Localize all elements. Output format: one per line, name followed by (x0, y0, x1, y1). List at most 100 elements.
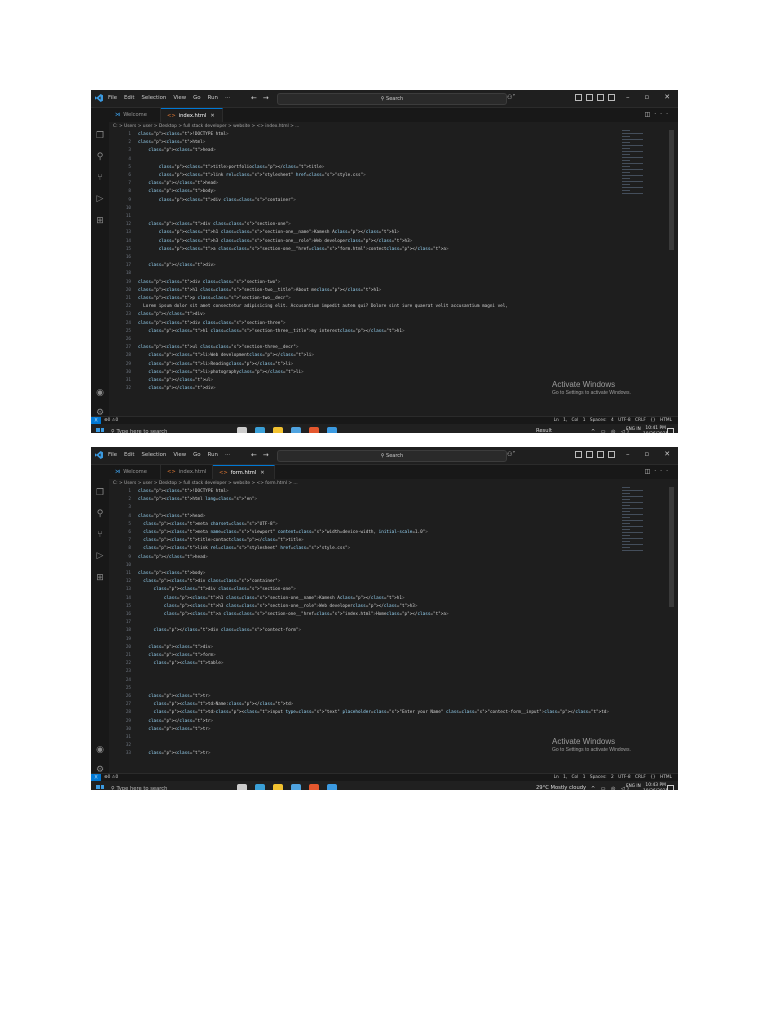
code-line[interactable]: class="p"><class="t">p class=class="s">"… (138, 296, 291, 301)
extensions-icon[interactable]: ⊞ (95, 216, 105, 226)
menu-item[interactable]: Go (193, 95, 200, 101)
editor-tab[interactable]: ⋊ Welcome (109, 108, 161, 122)
minimap[interactable] (622, 130, 666, 210)
code-editor[interactable]: 1 class="p"><class="t">!DOCTYPE html> 2 cla… (109, 487, 629, 757)
language-indicator[interactable]: ENG IN (626, 783, 641, 788)
code-line[interactable]: class="p"><class="t">h3 class=class="s">… (138, 239, 413, 244)
nav-arrows-icon[interactable]: ←→ (251, 451, 275, 459)
code-line[interactable]: class="p"><class="t">li>Web developmentc… (138, 353, 314, 358)
menu-item[interactable]: Go (193, 452, 200, 458)
account-icon[interactable]: ◉ (95, 388, 105, 398)
code-line[interactable]: class="p"><class="t">div class=class="s"… (138, 587, 296, 592)
command-search[interactable]: ⚲ Search (277, 93, 507, 105)
code-line[interactable]: class="p"><class="t">div class=class="s"… (138, 280, 280, 285)
system-tray-icons[interactable]: ^ ▭ ◎ ◁) (591, 429, 631, 433)
clock[interactable]: 10:43 PM10/26/2025 (643, 783, 668, 790)
file-explorer-icon[interactable] (273, 427, 283, 433)
menu-item[interactable]: ··· (225, 452, 230, 458)
code-line[interactable]: class="p"><class="t">tr> (138, 694, 210, 699)
windows-start-icon[interactable] (96, 785, 104, 790)
code-line[interactable]: class="p"></class="t">div> (138, 386, 215, 391)
remote-icon[interactable]: ⟩⟨ (91, 774, 101, 781)
code-line[interactable]: class="p"><class="t">ul class=class="s">… (138, 345, 298, 350)
secondary-sidebar-icon[interactable] (608, 94, 615, 101)
code-line[interactable]: class="p"><class="t">td>class="p"><class… (138, 710, 609, 715)
source-control-icon[interactable]: ⑂ (95, 173, 105, 183)
more-actions-icon[interactable]: ··· (654, 468, 672, 475)
split-editor-icon[interactable]: ◫ (645, 111, 655, 118)
status-right[interactable]: Ln 1, Col 1 Spaces: 4 UTF-8 CRLF {} HTML (554, 417, 672, 424)
code-line[interactable]: class="p"><class="t">head> (138, 148, 215, 153)
task-view-icon[interactable] (237, 427, 247, 433)
menu-item[interactable]: Run (208, 95, 218, 101)
search-icon[interactable]: ⚲ (95, 509, 105, 519)
minimap[interactable] (622, 487, 666, 567)
run-debug-icon[interactable]: ▷ (95, 194, 105, 204)
code-line[interactable]: class="p"><class="t">html lang=class="s"… (138, 497, 257, 502)
explorer-icon[interactable]: ❐ (95, 131, 105, 141)
code-line[interactable]: class="p"><class="t">head> (138, 514, 205, 519)
close-tab-icon[interactable]: ✕ (260, 470, 264, 476)
code-line[interactable]: class="p"><class="t">div class=class="s"… (138, 222, 290, 227)
code-line[interactable]: class="p"><class="t">li>photographyclass… (138, 370, 303, 375)
code-editor[interactable]: 1 class="p"><class="t">!DOCTYPE html> 2 cla… (109, 130, 629, 400)
taskbar-search[interactable]: ⚲ Type here to search (111, 426, 201, 433)
minimize-icon[interactable]: – (626, 450, 630, 458)
code-line[interactable]: class="p"><class="t">li>Readingclass="p"… (138, 362, 293, 367)
layout-icon[interactable] (575, 451, 582, 458)
code-line[interactable]: class="p"><class="t">div class=class="s"… (138, 198, 296, 203)
code-line[interactable]: class="p"><class="t">h1 class=class="s">… (138, 329, 404, 334)
code-line[interactable]: class="p"><class="t">div> (138, 645, 213, 650)
code-line[interactable]: class="p"><class="t">h1 class=class="s">… (138, 230, 400, 235)
copilot-icon[interactable]: ⚇˅ (507, 94, 515, 101)
menu-item[interactable]: Run (208, 452, 218, 458)
weather-widget[interactable]: Result (536, 428, 552, 433)
code-line[interactable]: class="p"><class="t">table> (138, 661, 224, 666)
language-indicator[interactable]: ENG IN (626, 426, 641, 431)
explorer-icon[interactable]: ❐ (95, 488, 105, 498)
edge-icon[interactable] (255, 427, 265, 433)
menu-item[interactable]: Selection (141, 95, 166, 101)
editor-tab[interactable]: <> index.html ✕ (161, 108, 223, 122)
code-line[interactable]: class="p"></class="t">div> (138, 263, 215, 268)
account-icon[interactable]: ◉ (95, 745, 105, 755)
more-actions-icon[interactable]: ··· (654, 111, 672, 118)
chrome-icon[interactable] (309, 784, 319, 790)
sidebar-toggle-icon[interactable] (586, 94, 593, 101)
code-line[interactable]: class="p"><class="t">h3 class=class="s">… (138, 604, 418, 609)
code-line[interactable]: class="p"></class="t">tr> (138, 719, 213, 724)
code-line[interactable]: class="p"><class="t">a class=class="s">"… (138, 247, 449, 252)
notification-icon[interactable] (667, 428, 674, 433)
vscode-taskbar-icon[interactable] (327, 784, 337, 790)
editor-tab[interactable]: <> form.html ✕ (213, 465, 275, 479)
code-line[interactable]: class="p"><class="t">meta charset=class=… (138, 522, 278, 527)
store-icon[interactable] (291, 784, 301, 790)
menu-item[interactable]: View (173, 452, 186, 458)
code-line[interactable]: class="p"><class="t">div class=class="s"… (138, 579, 280, 584)
code-line[interactable]: class="p"></class="t">head> (138, 555, 208, 560)
code-line[interactable]: class="p"><class="t">title>portfolioclas… (138, 165, 325, 170)
close-icon[interactable]: ✕ (664, 93, 670, 101)
nav-arrows-icon[interactable]: ←→ (251, 94, 275, 102)
notification-icon[interactable] (667, 785, 674, 790)
menu-item[interactable]: Selection (141, 452, 166, 458)
store-icon[interactable] (291, 427, 301, 433)
copilot-icon[interactable]: ⚇˅ (507, 451, 515, 458)
vertical-scrollbar[interactable] (669, 130, 674, 250)
taskbar-search[interactable]: ⚲ Type here to search (111, 783, 201, 790)
code-line[interactable]: class="p"><class="t">link rel=class="s">… (138, 173, 366, 178)
file-explorer-icon[interactable] (273, 784, 283, 790)
minimize-icon[interactable]: – (626, 93, 630, 101)
editor-tab[interactable]: ⋊ Welcome (109, 465, 161, 479)
code-line[interactable]: class="p"><class="t">a class=class="s">"… (138, 612, 449, 617)
remote-icon[interactable]: ⟩⟨ (91, 417, 101, 424)
clock[interactable]: 10:41 PM10/26/2025 (643, 426, 668, 433)
close-icon[interactable]: ✕ (664, 450, 670, 458)
split-editor-icon[interactable]: ◫ (645, 468, 655, 475)
code-line[interactable]: class="p"><class="t">meta name=class="s"… (138, 530, 428, 535)
code-line[interactable]: class="p"></class="t">div class=class="s… (138, 628, 302, 633)
chrome-icon[interactable] (309, 427, 319, 433)
sidebar-toggle-icon[interactable] (586, 451, 593, 458)
weather-widget[interactable]: 29°C Mostly cloudy (536, 785, 586, 790)
code-line[interactable]: class="p"></class="t">div> (138, 312, 205, 317)
